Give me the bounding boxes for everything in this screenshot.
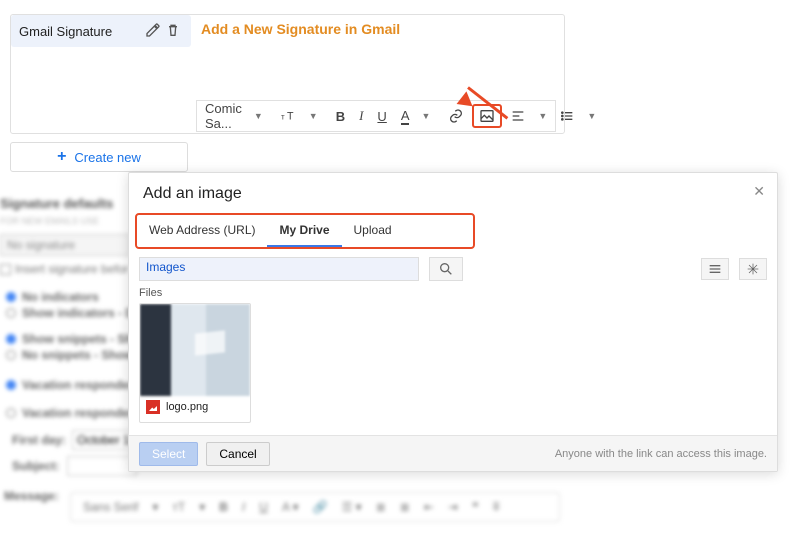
tab-upload[interactable]: Upload [342, 215, 404, 247]
file-name-label: logo.png [166, 401, 208, 413]
drive-path-input[interactable]: Images [139, 257, 419, 281]
tab-web-address[interactable]: Web Address (URL) [137, 215, 267, 247]
list-button[interactable] [553, 105, 581, 127]
drive-path-value: Images [146, 260, 185, 274]
signature-name-text: Gmail Signature [19, 24, 112, 39]
text-color-letter: A [401, 108, 410, 125]
file-tile[interactable]: logo.png [139, 303, 251, 423]
chevron-down-icon[interactable]: ▼ [534, 111, 551, 121]
section-sub-label: FOR NEW EMAILS USE [0, 216, 99, 226]
default-signature-select[interactable]: No signature [0, 234, 130, 256]
signature-format-toolbar: Comic Sa... ▼ тT ▼ B I U A ▼ ▼ ▼ [196, 100, 556, 132]
create-new-signature-button[interactable]: + Create new [10, 142, 188, 172]
section-signature-defaults: Signature defaults [0, 196, 113, 211]
chevron-down-icon[interactable]: ▼ [250, 111, 267, 121]
message-label: Message: [4, 489, 59, 503]
font-family-select[interactable]: Comic Sa... [197, 98, 248, 134]
radio-vacation-on[interactable]: Vacation responder o [6, 378, 144, 392]
radio-show-indicators[interactable]: Show indicators - Di [6, 306, 137, 320]
subject-input[interactable] [67, 456, 137, 476]
files-section-label: Files [139, 287, 767, 299]
align-button[interactable] [504, 105, 532, 127]
plus-icon: + [57, 148, 66, 166]
add-image-dialog: Add an image ✕ Web Address (URL) My Driv… [128, 172, 778, 472]
view-grid-button[interactable] [739, 258, 767, 280]
insert-link-button[interactable] [442, 105, 470, 127]
first-day-label: First day: [12, 433, 66, 447]
insert-image-button[interactable] [472, 104, 502, 128]
font-size-button[interactable]: тT [275, 105, 303, 127]
dialog-footer: Select Cancel Anyone with the link can a… [129, 435, 777, 471]
message-format-toolbar: Sans Serif▾ тT▾ B I U A ▾ 🔗☰ ▾ ≣≣ ⇤⇥ ❝T [70, 492, 560, 522]
dialog-title: Add an image [129, 173, 777, 215]
bold-button[interactable]: B [330, 106, 351, 127]
chevron-down-icon[interactable]: ▼ [305, 111, 322, 121]
underline-button[interactable]: U [371, 106, 392, 127]
radio-show-snippets[interactable]: Show snippets - Sho [6, 332, 140, 346]
radio-vacation-off[interactable]: Vacation responder o [6, 406, 144, 420]
create-new-label: Create new [74, 150, 140, 165]
dialog-tabs: Web Address (URL) My Drive Upload [137, 215, 473, 247]
drive-path-row: Images [139, 257, 767, 281]
tab-my-drive[interactable]: My Drive [267, 215, 341, 247]
radio-no-snippets[interactable]: No snippets - Show o [6, 348, 144, 362]
italic-button[interactable]: I [353, 105, 369, 127]
svg-text:T: T [287, 110, 294, 122]
image-file-icon [146, 400, 160, 414]
delete-icon[interactable] [163, 22, 183, 41]
view-list-button[interactable] [701, 258, 729, 280]
close-icon[interactable]: ✕ [747, 179, 771, 204]
insert-before-checkbox[interactable]: Insert signature befor [0, 262, 128, 276]
file-thumbnail [140, 304, 250, 396]
signature-editor-text: Add a New Signature in Gmail [201, 21, 400, 37]
svg-text:т: т [281, 112, 285, 121]
dialog-tabs-highlight: Web Address (URL) My Drive Upload [135, 213, 475, 249]
chevron-down-icon[interactable]: ▼ [583, 111, 600, 121]
search-button[interactable] [429, 257, 463, 281]
select-button[interactable]: Select [139, 442, 198, 466]
signature-name-selected[interactable]: Gmail Signature [11, 15, 191, 47]
footer-note: Anyone with the link can access this ima… [555, 448, 767, 460]
subject-label: Subject: [12, 459, 59, 473]
chevron-down-icon[interactable]: ▼ [417, 111, 434, 121]
text-color-button[interactable]: A [395, 105, 416, 128]
edit-icon[interactable] [143, 22, 163, 41]
insert-before-label: Insert signature befor [15, 262, 128, 276]
font-family-label[interactable]: Sans Serif [79, 498, 142, 516]
cancel-button[interactable]: Cancel [206, 442, 269, 466]
radio-no-indicators[interactable]: No indicators [6, 290, 99, 304]
